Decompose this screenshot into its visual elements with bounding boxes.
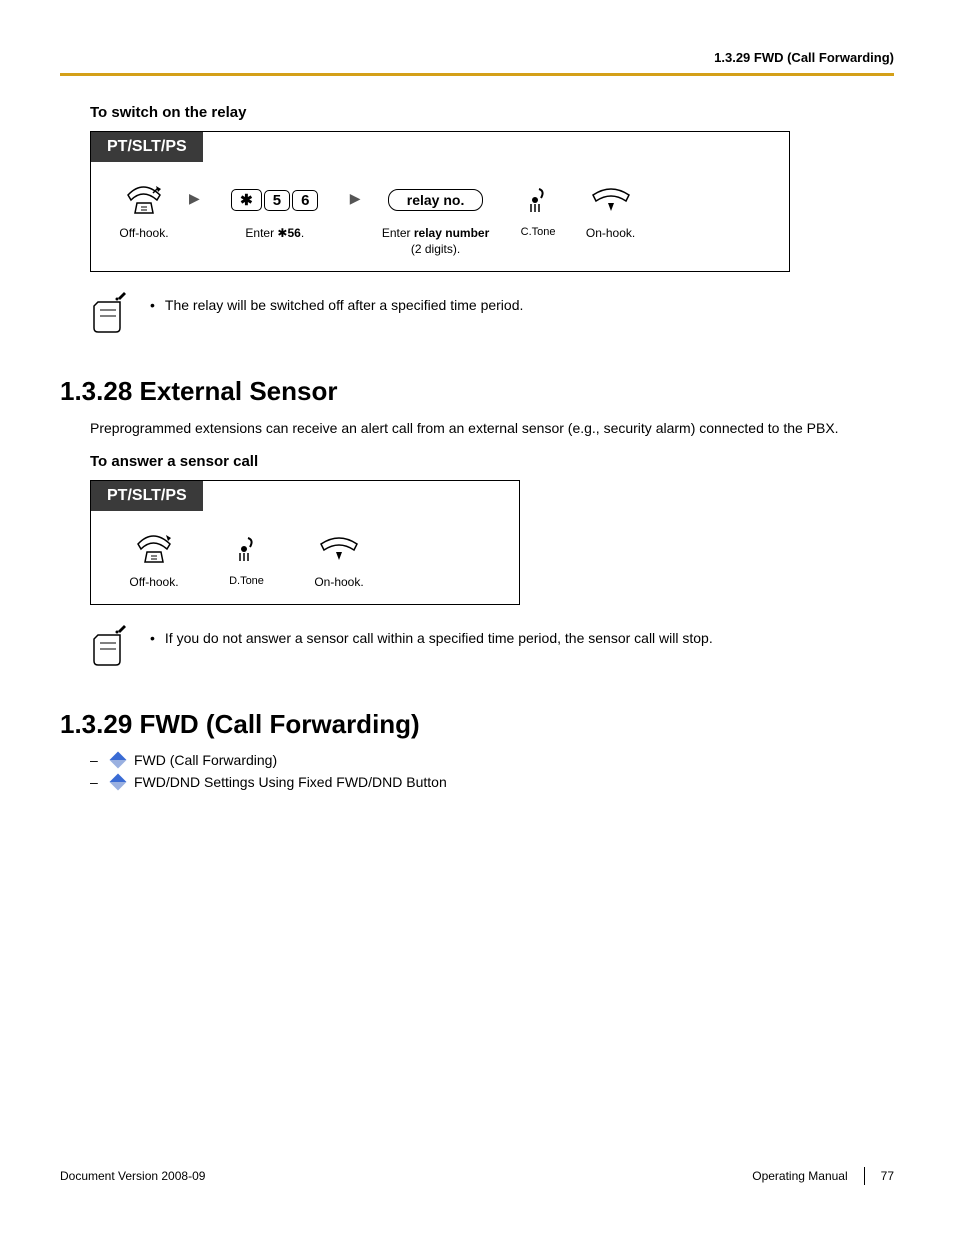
fwd-link-list: – FWD (Call Forwarding) – FWD/DND Settin… xyxy=(90,752,894,790)
arrow-icon: ▶ xyxy=(350,190,361,207)
sensor-procedure-box: PT/SLT/PS Off-hook. D.Tone On-hook. xyxy=(90,480,520,606)
sensor-proc-tab: PT/SLT/PS xyxy=(91,481,203,511)
list-item: – FWD (Call Forwarding) xyxy=(90,752,894,768)
offhook-icon xyxy=(119,529,189,569)
onhook-icon xyxy=(304,529,374,569)
dtone-icon xyxy=(219,529,274,569)
key-5: 5 xyxy=(264,190,290,211)
footer-manual: Operating Manual xyxy=(752,1169,847,1183)
relay-no-label: Enter relay number(2 digits). xyxy=(371,226,501,257)
enter-code-label: Enter ✱56. xyxy=(210,226,340,242)
relay-proc-tab: PT/SLT/PS xyxy=(91,132,203,162)
relay-no-field: relay no. xyxy=(371,180,501,220)
link-text: FWD (Call Forwarding) xyxy=(134,752,277,768)
footer-version: Document Version 2008-09 xyxy=(60,1169,205,1183)
section-1328-body: Preprogrammed extensions can receive an … xyxy=(90,419,894,439)
ctone-icon xyxy=(511,180,566,220)
relay-note: •The relay will be switched off after a … xyxy=(90,292,894,336)
onhook-icon xyxy=(576,180,646,220)
section-heading-1329: 1.3.29 FWD (Call Forwarding) xyxy=(60,709,894,740)
arrow-icon: ▶ xyxy=(189,190,200,207)
offhook-label: Off-hook. xyxy=(119,575,189,591)
key-6: 6 xyxy=(292,190,318,211)
ctone-label: C.Tone xyxy=(511,226,566,238)
page-footer: Document Version 2008-09 Operating Manua… xyxy=(60,1167,894,1185)
onhook-label: On-hook. xyxy=(304,575,374,591)
section-heading-1328: 1.3.28 External Sensor xyxy=(60,376,894,407)
footer-separator xyxy=(864,1167,865,1185)
key-sequence: ✱ 5 6 xyxy=(210,180,340,220)
running-header: 1.3.29 FWD (Call Forwarding) xyxy=(60,50,894,65)
sensor-call-title: To answer a sensor call xyxy=(90,453,894,470)
note-icon xyxy=(90,625,130,669)
key-star: ✱ xyxy=(231,189,262,211)
header-rule xyxy=(60,73,894,76)
diamond-bullet-icon xyxy=(110,752,127,769)
diamond-bullet-icon xyxy=(110,774,127,791)
dtone-label: D.Tone xyxy=(219,575,274,587)
relay-procedure-box: PT/SLT/PS Off-hook. ▶ ✱ 5 6 Enter ✱56. xyxy=(90,131,790,272)
sensor-note: •If you do not answer a sensor call with… xyxy=(90,625,894,669)
link-text: FWD/DND Settings Using Fixed FWD/DND But… xyxy=(134,774,447,790)
note-icon xyxy=(90,292,130,336)
list-item: – FWD/DND Settings Using Fixed FWD/DND B… xyxy=(90,774,894,790)
offhook-label: Off-hook. xyxy=(109,226,179,242)
offhook-icon xyxy=(109,180,179,220)
footer-page-number: 77 xyxy=(881,1169,894,1183)
onhook-label: On-hook. xyxy=(576,226,646,242)
relay-subsection-title: To switch on the relay xyxy=(90,104,894,121)
